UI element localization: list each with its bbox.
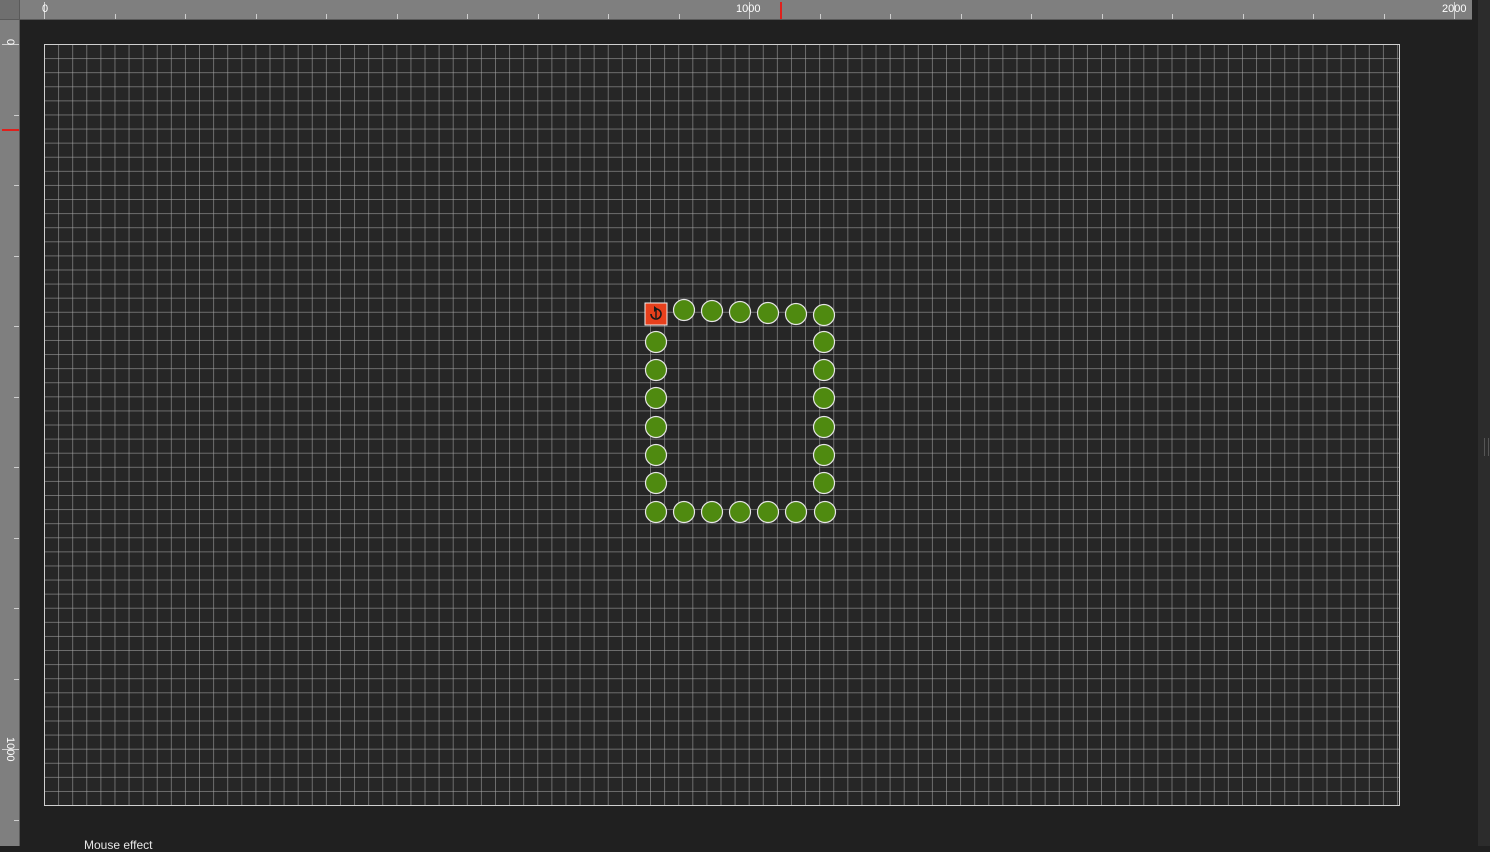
selected-fixture[interactable] — [644, 302, 668, 326]
ruler-corner — [0, 0, 20, 20]
fixture-layer — [644, 298, 837, 524]
fixture-10[interactable] — [812, 415, 836, 439]
fixture-16[interactable] — [644, 415, 668, 439]
fixture-18[interactable] — [644, 471, 668, 495]
fixture-22[interactable] — [728, 500, 752, 524]
fixture-20[interactable] — [672, 500, 696, 524]
fixture-9[interactable] — [812, 386, 836, 410]
status-text: Mouse effect — [84, 838, 153, 852]
fixture-19[interactable] — [644, 500, 668, 524]
fixture-3[interactable] — [728, 300, 752, 324]
fixture-24[interactable] — [784, 500, 808, 524]
fixture-21[interactable] — [700, 500, 724, 524]
fixture-2[interactable] — [700, 299, 724, 323]
scrollbar-grip[interactable] — [1484, 438, 1489, 456]
fixture-7[interactable] — [812, 330, 836, 354]
fixture-14[interactable] — [644, 358, 668, 382]
fixture-23[interactable] — [756, 500, 780, 524]
fixture-13[interactable] — [644, 330, 668, 354]
fixture-4[interactable] — [756, 301, 780, 325]
fixture-6[interactable] — [812, 303, 836, 327]
vertical-scrollbar[interactable] — [1478, 0, 1490, 846]
fixture-1[interactable] — [672, 298, 696, 322]
fixture-8[interactable] — [812, 358, 836, 382]
fixture-15[interactable] — [644, 386, 668, 410]
fixture-11[interactable] — [812, 443, 836, 467]
fixture-5[interactable] — [784, 302, 808, 326]
fixture-12[interactable] — [812, 471, 836, 495]
fixture-25[interactable] — [813, 500, 837, 524]
fixture-17[interactable] — [644, 443, 668, 467]
